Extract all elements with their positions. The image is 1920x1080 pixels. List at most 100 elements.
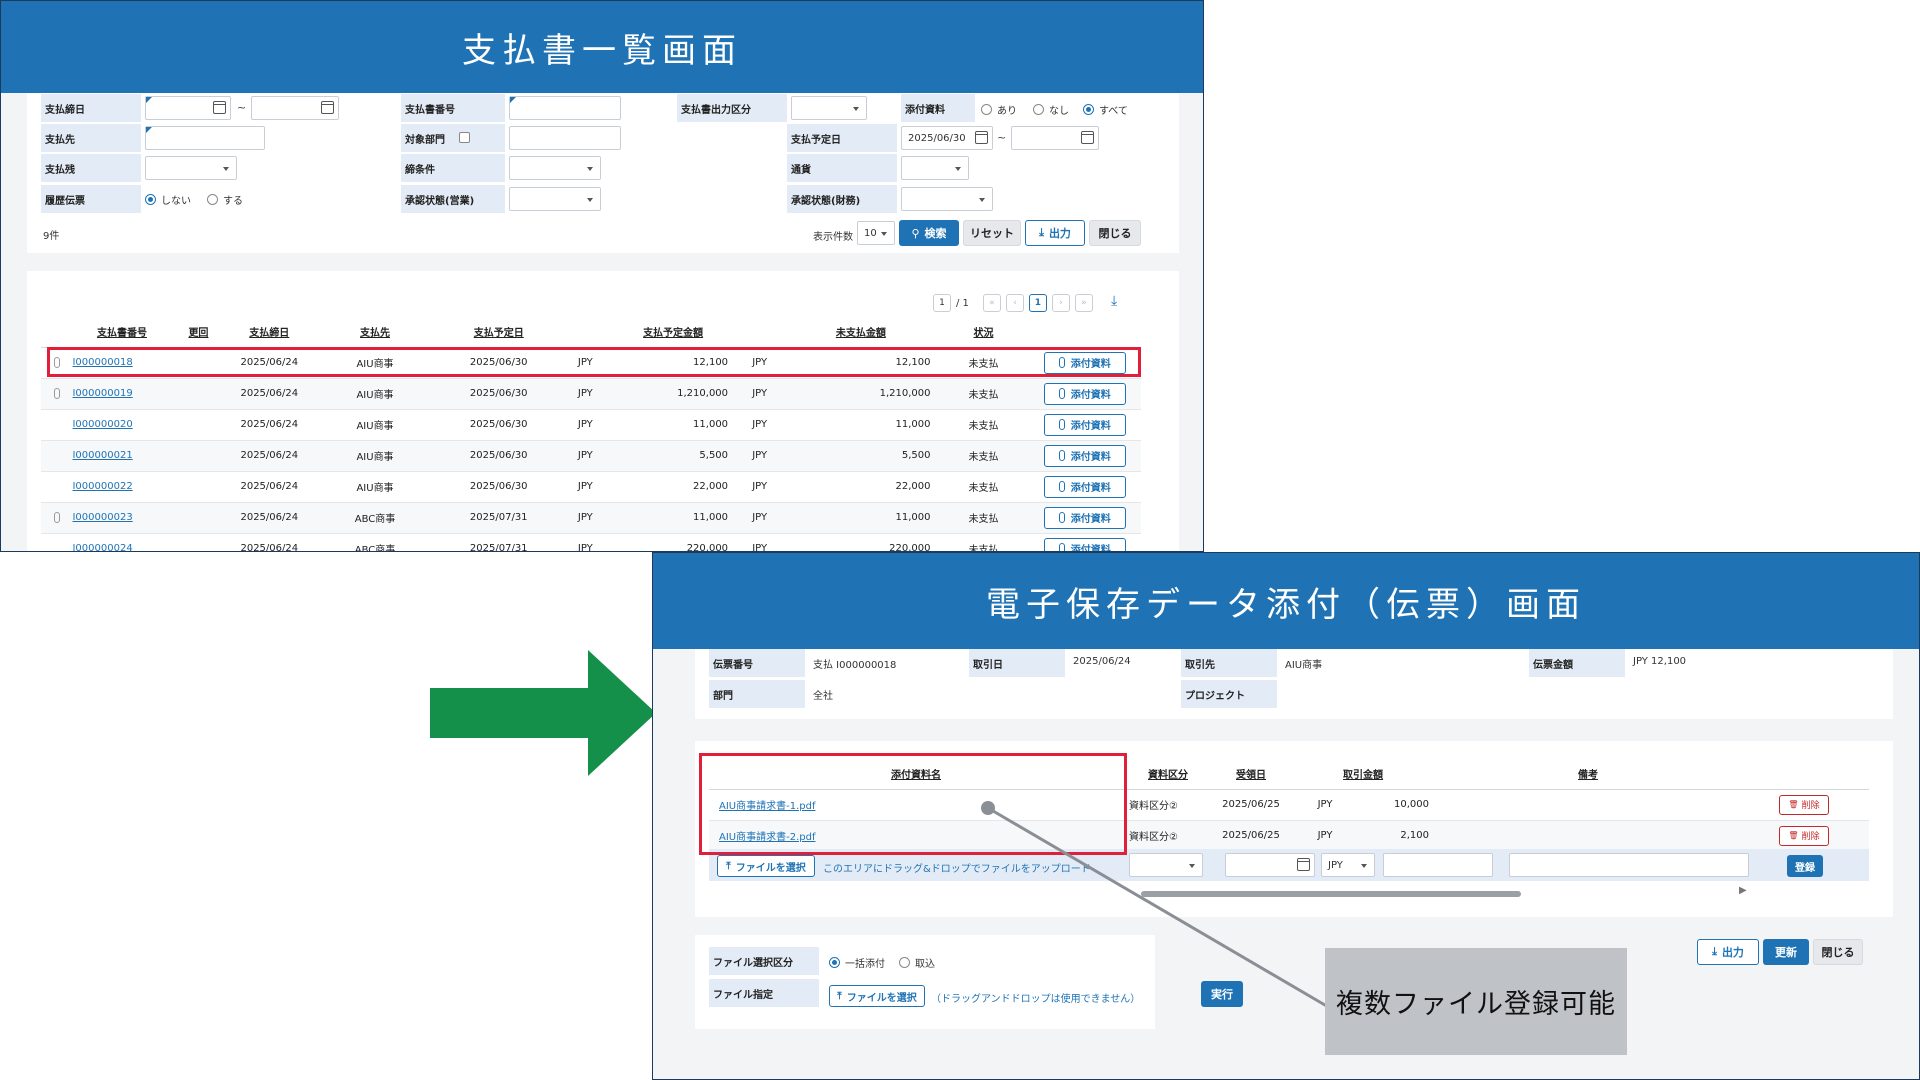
payment-doc-no-input[interactable] [509,96,621,120]
col-status[interactable]: 状況 [938,317,1029,348]
attach-button[interactable]: 添付資料 [1043,413,1126,436]
attach-button[interactable]: 添付資料 [1043,506,1126,529]
cell-revision [171,502,226,534]
pager-prev-icon[interactable]: ‹ [1005,294,1024,312]
pager-current-page[interactable]: 1 [933,294,951,312]
attach-yes-radio[interactable]: あり [981,102,1017,117]
trade-amount-input[interactable] [1383,853,1493,877]
col-scheduled-date[interactable]: 支払予定日 [436,317,561,348]
attach-no-radio[interactable]: なし [1033,102,1069,117]
cell-unpaid-amount: 22,000 [783,471,939,503]
close-button[interactable]: 閉じる [1089,220,1141,246]
attach-button-label: 添付資料 [1070,390,1111,401]
doc-no-link[interactable]: I000000022 [72,481,132,492]
col-doc-no[interactable]: 支払書番号 [72,317,172,348]
highlight-first-row [47,347,1141,377]
target-dept-checkbox[interactable] [459,132,470,143]
execute-button[interactable]: 実行 [1201,981,1243,1007]
arrow-right-icon [430,650,656,776]
col-revision[interactable]: 更回 [171,317,226,348]
currency-select[interactable] [901,156,969,180]
cell-scheduled-amount: 22,000 [610,471,737,503]
attach-button[interactable]: 添付資料 [1043,382,1126,405]
target-dept-input[interactable] [509,126,621,150]
horizontal-scrollbar[interactable] [1141,891,1521,897]
delete-button[interactable]: 🗑 削除 [1779,794,1829,815]
calendar-icon[interactable] [1297,858,1310,871]
pager-page-1[interactable]: 1 [1028,294,1047,312]
file-spec-choose-button[interactable]: ⤒ ファイルを選択 [829,985,925,1007]
remarks-input[interactable] [1509,853,1749,877]
doc-no-link[interactable]: I000000024 [72,543,132,551]
approval-sales-select[interactable] [509,187,601,211]
choose-file-button[interactable]: ⤒ ファイルを選択 [717,855,815,877]
col-received-date[interactable]: 受領日 [1213,759,1289,790]
cell-currency: JPY [560,533,611,551]
scroll-right-icon[interactable]: ▶ [1739,885,1747,896]
payee-input[interactable] [145,126,265,150]
pager-next-icon[interactable]: › [1051,294,1070,312]
closing-condition-select[interactable] [509,156,601,180]
attach-all-radio[interactable]: すべて [1083,102,1128,117]
closing-date-to-input[interactable] [251,96,339,120]
range-tilde: ~ [997,131,1007,144]
register-button[interactable]: 登録 [1787,855,1823,877]
col-category[interactable]: 資料区分 [1123,759,1213,790]
history-yes-radio[interactable]: する [207,192,243,207]
pager-first-icon[interactable]: « [982,294,1001,312]
import-radio[interactable]: 取込 [899,955,935,970]
received-date-input[interactable] [1225,853,1315,877]
col-unpaid-amount[interactable]: 未支払金額 [783,317,939,348]
chevron-down-icon [587,198,593,202]
cell-unpaid-amount: 11,000 [783,502,939,534]
col-clip [41,317,73,348]
paperclip-icon [1058,481,1065,492]
payee-label: 支払先 [41,124,141,152]
callout-box: 複数ファイル登録可能 [1325,948,1627,1055]
output-button[interactable]: ⤓ 出力 [1025,220,1085,246]
cell-category: 資料区分② [1123,789,1213,821]
scheduled-date-to-input[interactable] [1011,126,1099,150]
calendar-icon[interactable] [321,101,334,114]
doc-no-link[interactable]: I000000019 [72,388,132,399]
delete-button[interactable]: 🗑 削除 [1779,825,1829,846]
attach-button[interactable]: 添付資料 [1043,537,1126,551]
approval-finance-select[interactable] [901,187,993,211]
search-button[interactable]: ⚲ 検索 [899,220,959,246]
doc-no-link[interactable]: I000000020 [72,419,132,430]
calendar-icon[interactable] [1081,131,1094,144]
doc-no-link[interactable]: I000000023 [72,512,132,523]
col-trade-amount[interactable]: 取引金額 [1289,759,1437,790]
attach-output-button[interactable]: ⤓ 出力 [1697,939,1759,965]
reset-button[interactable]: リセット [963,220,1021,246]
doc-no-link[interactable]: I000000021 [72,450,132,461]
download-icon[interactable]: ⤓ [1111,293,1117,309]
attach-no-label: なし [1049,106,1069,117]
page-size-value: 10 [864,227,877,239]
page-size-select[interactable]: 10 [857,221,895,245]
calendar-icon[interactable] [213,101,226,114]
col-remarks[interactable]: 備考 [1437,759,1739,790]
payment-remaining-select[interactable] [145,156,237,180]
attach-button[interactable]: 添付資料 [1043,444,1126,467]
col-closing-date[interactable]: 支払締日 [225,317,314,348]
partner-value: AIU商事 [1285,660,1323,671]
output-category-select[interactable] [791,96,867,120]
calendar-icon[interactable] [975,131,988,144]
pager-last-icon[interactable]: » [1074,294,1093,312]
drop-area-hint[interactable]: このエリアにドラッグ&ドロップでファイルをアップロード [823,860,1091,875]
history-no-radio[interactable]: しない [145,192,191,207]
closing-date-from-input[interactable] [145,96,231,120]
update-button[interactable]: 更新 [1763,939,1809,965]
col-scheduled-amount[interactable]: 支払予定金額 [610,317,737,348]
cell-category: 資料区分② [1123,820,1213,852]
col-payee[interactable]: 支払先 [313,317,437,348]
bulk-attach-radio[interactable]: 一括添付 [829,955,885,970]
currency-select-upload[interactable]: JPY [1321,853,1375,877]
currency-select-value: JPY [1328,859,1343,871]
attach-button[interactable]: 添付資料 [1043,475,1126,498]
category-select[interactable] [1129,853,1203,877]
search-icon: ⚲ [911,226,920,240]
scheduled-date-from-input[interactable]: 2025/06/30 [901,126,993,150]
attach-close-button[interactable]: 閉じる [1813,939,1863,965]
